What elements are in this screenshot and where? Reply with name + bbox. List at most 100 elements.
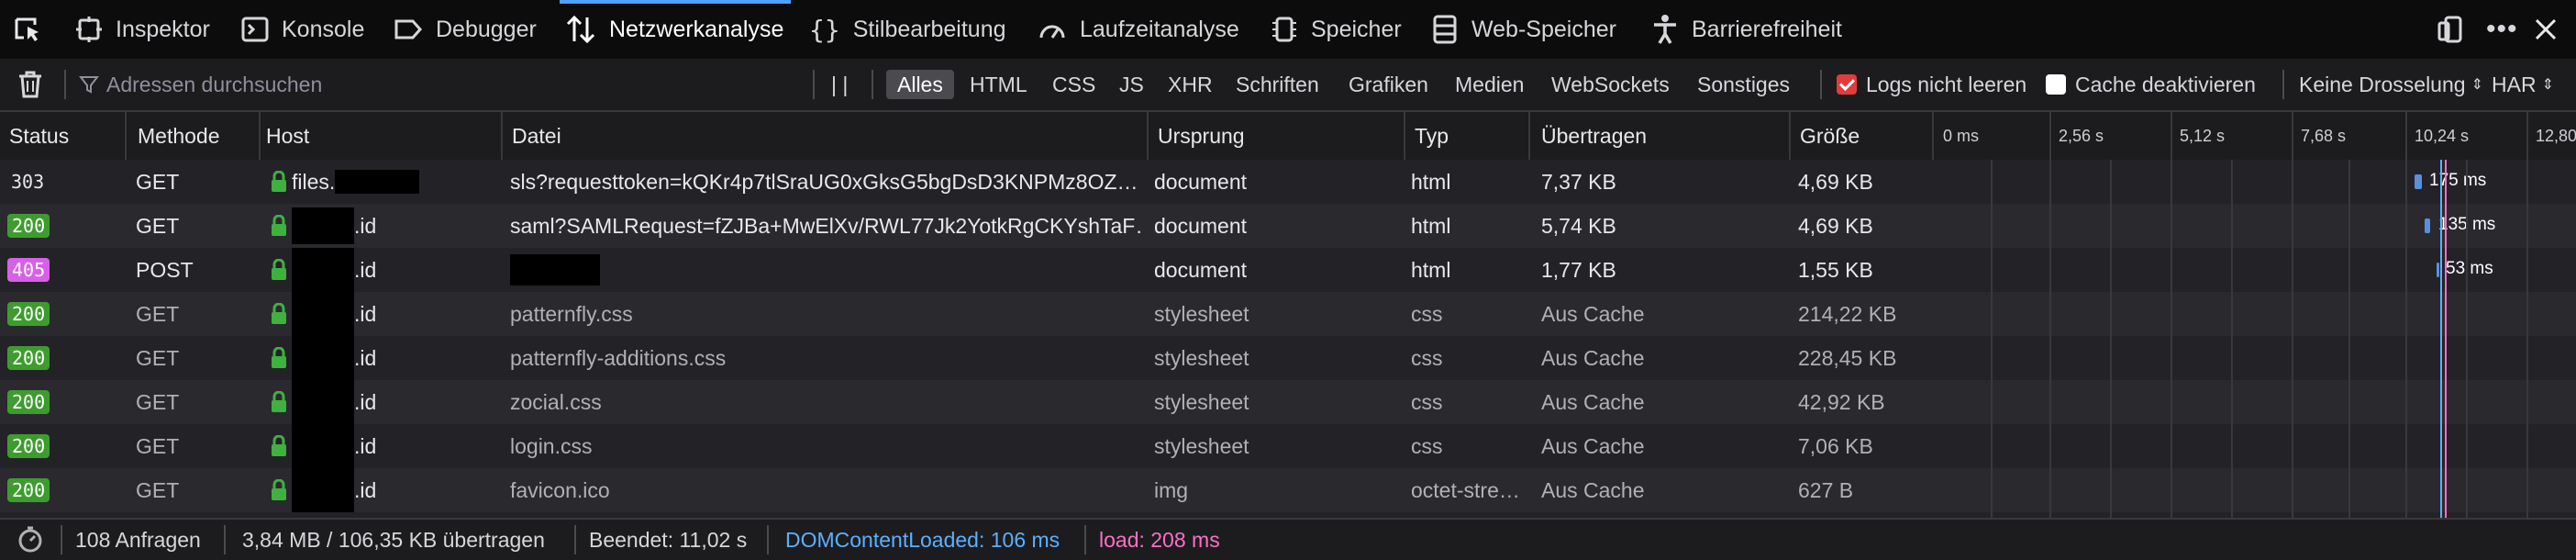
status-cell: 405 bbox=[7, 248, 50, 292]
waterfall-gridline bbox=[2171, 160, 2172, 518]
column-divider[interactable] bbox=[1147, 112, 1149, 160]
column-methode[interactable]: Methode bbox=[138, 112, 220, 160]
tab-web-speicher[interactable]: Web-Speicher bbox=[1431, 0, 1616, 59]
redacted-block bbox=[292, 248, 354, 292]
filter-websockets-button[interactable]: WebSockets bbox=[1551, 59, 1670, 110]
redacted-block bbox=[292, 424, 354, 468]
domcontentloaded-marker bbox=[2440, 160, 2442, 518]
filter-xhr-button[interactable]: XHR bbox=[1168, 59, 1213, 110]
filter-html-button[interactable]: HTML bbox=[970, 59, 1027, 110]
pause-button[interactable]: | | bbox=[831, 59, 848, 110]
file-cell: sls?requesttoken=kQKr4p7tlSraUG0xGksG5bg… bbox=[510, 160, 1143, 204]
search-input[interactable]: Adressen durchsuchen bbox=[106, 73, 322, 97]
tab-label: Inspektor bbox=[116, 16, 210, 42]
close-devtools-button[interactable] bbox=[2534, 0, 2570, 59]
toolbar-divider bbox=[872, 70, 873, 99]
status-cell: 200 bbox=[7, 204, 50, 248]
table-row[interactable]: 200 GET .id zocial.css stylesheet css Aus Cach… bbox=[0, 380, 2576, 424]
table-row[interactable]: 200 GET .id patternfly.css stylesheet css Aus … bbox=[0, 292, 2576, 336]
table-row[interactable]: 200 GET .id favicon.ico img octet-stre… Aus Ca… bbox=[0, 468, 2576, 512]
waterfall-bar bbox=[2425, 218, 2430, 233]
status-cell: 200 bbox=[7, 468, 50, 512]
filter-js-button[interactable]: JS bbox=[1119, 59, 1144, 110]
redacted-block bbox=[292, 207, 354, 244]
timeline-tick-line bbox=[2292, 112, 2293, 160]
column-divider[interactable] bbox=[1789, 112, 1791, 160]
table-row[interactable]: 405 POST .id document html 1,77 KB 1,55 KB 53 m… bbox=[0, 248, 2576, 292]
type-cell: octet-stre… bbox=[1411, 477, 1520, 502]
throttling-select[interactable]: Keine Drosselung ⇕ bbox=[2299, 59, 2483, 110]
table-row[interactable]: 200 GET .id patternfly-additions.css stylesh… bbox=[0, 336, 2576, 380]
persist-logs-toggle[interactable]: Logs nicht leeren bbox=[1837, 59, 2026, 110]
persist-logs-checkbox[interactable] bbox=[1837, 74, 1857, 95]
column-typ[interactable]: Typ bbox=[1415, 112, 1449, 160]
size-cell: 42,92 KB bbox=[1798, 389, 1885, 414]
filter-fonts-button[interactable]: Schriften bbox=[1236, 59, 1319, 110]
element-picker-button[interactable] bbox=[13, 0, 57, 59]
accessibility-icon bbox=[1654, 15, 1676, 44]
file-cell bbox=[510, 248, 1143, 292]
tab-konsole[interactable]: Konsole bbox=[241, 0, 364, 59]
type-cell: css bbox=[1411, 345, 1443, 370]
tab-speicher[interactable]: Speicher bbox=[1271, 0, 1402, 59]
table-row[interactable]: 200 GET .id saml?SAMLRequest=fZJBa+MwElXv/R… bbox=[0, 204, 2576, 248]
origin-cell: document bbox=[1154, 213, 1248, 238]
filter-funnel-icon bbox=[79, 76, 99, 94]
origin-cell: document bbox=[1154, 169, 1248, 194]
trash-icon bbox=[19, 71, 41, 98]
har-label: HAR bbox=[2492, 72, 2537, 96]
disable-cache-toggle[interactable]: Cache deaktivieren bbox=[2046, 59, 2256, 110]
tab-laufzeitanalyse[interactable]: Laufzeitanalyse bbox=[1038, 0, 1239, 59]
disable-cache-checkbox[interactable] bbox=[2046, 74, 2066, 95]
filter-css-button[interactable]: CSS bbox=[1052, 59, 1095, 110]
column-divider[interactable] bbox=[259, 112, 261, 160]
search-field[interactable]: Adressen durchsuchen bbox=[79, 59, 794, 110]
table-row[interactable]: 303 GET files. sls?requesttoken=kQKr4p7tlSr… bbox=[0, 160, 2576, 204]
method-cell: GET bbox=[136, 345, 180, 370]
clear-button[interactable] bbox=[17, 59, 44, 110]
column-host[interactable]: Host bbox=[266, 112, 309, 160]
type-cell: html bbox=[1411, 257, 1451, 282]
column-divider[interactable] bbox=[1404, 112, 1405, 160]
timeline-tick: 12,80 bbox=[2536, 126, 2576, 145]
tab-barrierefreiheit[interactable]: Barrierefreiheit bbox=[1651, 0, 1842, 59]
status-cell: 200 bbox=[7, 424, 50, 468]
pause-icon: | | bbox=[831, 72, 849, 96]
dock-toggle-button[interactable] bbox=[2437, 0, 2477, 59]
filter-media-button[interactable]: Medien bbox=[1455, 59, 1524, 110]
file-name: favicon.ico bbox=[510, 477, 610, 502]
column-divider[interactable] bbox=[1528, 112, 1530, 160]
table-row[interactable]: 200 GET .id login.css stylesheet css Aus Cache… bbox=[0, 424, 2576, 468]
method-cell: GET bbox=[136, 477, 180, 502]
stopwatch-icon bbox=[18, 526, 42, 553]
filter-all-button[interactable]: Alles bbox=[886, 70, 954, 99]
column-divider[interactable] bbox=[125, 112, 127, 160]
status-cell: 303 bbox=[7, 160, 49, 204]
filter-images-button[interactable]: Grafiken bbox=[1349, 59, 1428, 110]
column-ursprung[interactable]: Ursprung bbox=[1158, 112, 1245, 160]
toolbar-divider bbox=[1820, 70, 1822, 99]
tab-inspektor[interactable]: Inspektor bbox=[75, 0, 210, 59]
file-name: saml?SAMLRequest=fZJBa+MwElXv/RWL77Jk2Yo… bbox=[510, 213, 1143, 238]
finished-time: Beendet: 11,02 s bbox=[589, 527, 748, 552]
column-groesse[interactable]: Größe bbox=[1800, 112, 1860, 160]
tab-stilbearbeitung[interactable]: {} Stilbearbeitung bbox=[809, 0, 1006, 59]
column-uebertragen[interactable]: Übertragen bbox=[1541, 112, 1647, 160]
more-options-button[interactable]: ••• bbox=[2486, 0, 2518, 59]
column-divider[interactable] bbox=[501, 112, 503, 160]
column-status[interactable]: Status bbox=[9, 112, 69, 160]
column-datei[interactable]: Datei bbox=[512, 112, 561, 160]
size-cell: 1,55 KB bbox=[1798, 257, 1873, 282]
tab-debugger[interactable]: Debugger bbox=[394, 0, 537, 59]
har-menu-button[interactable]: HAR ⇕ bbox=[2492, 59, 2554, 110]
size-cell: 214,22 KB bbox=[1798, 301, 1897, 326]
filter-other-button[interactable]: Sonstiges bbox=[1697, 59, 1790, 110]
performance-analysis-button[interactable] bbox=[17, 520, 44, 560]
tab-netzwerkanalyse[interactable]: Netzwerkanalyse bbox=[559, 0, 792, 59]
method-cell: GET bbox=[136, 169, 180, 194]
waterfall-gridline bbox=[2110, 160, 2112, 518]
timeline-tick-line bbox=[2405, 112, 2407, 160]
column-divider[interactable] bbox=[1932, 112, 1934, 160]
host-cell: .id bbox=[270, 248, 499, 292]
host-text: .id bbox=[354, 433, 377, 458]
